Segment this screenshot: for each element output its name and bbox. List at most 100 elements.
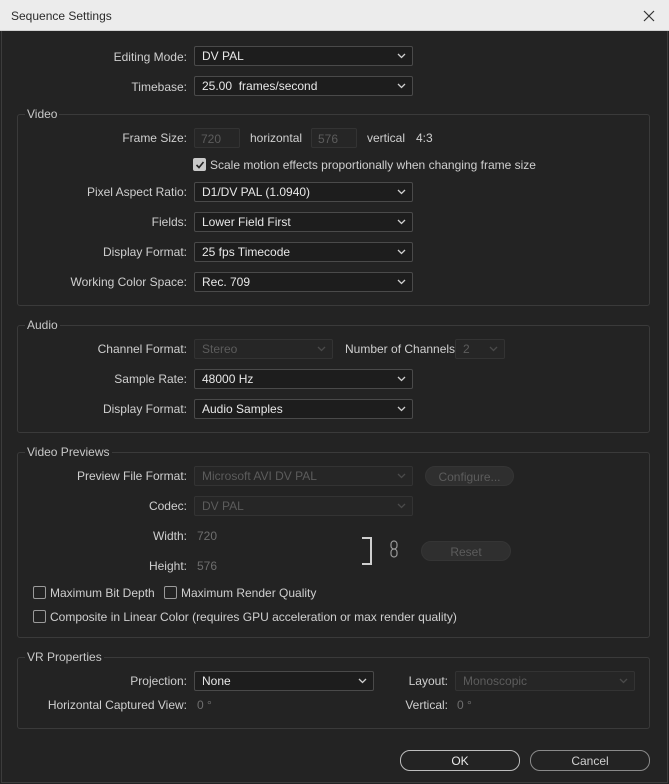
frame-height-value: 576 xyxy=(318,132,339,146)
chevron-down-icon xyxy=(397,406,406,412)
horizontal-label: horizontal xyxy=(250,131,303,145)
layout-dropdown: Monoscopic xyxy=(455,671,635,691)
title-bar: Sequence Settings xyxy=(0,0,669,31)
fields-value: Lower Field First xyxy=(202,215,291,229)
linear-color-label: Composite in Linear Color (requires GPU … xyxy=(50,610,457,624)
codec-value: DV PAL xyxy=(202,499,244,513)
vr-properties-group xyxy=(17,657,650,729)
frame-width-value: 720 xyxy=(201,132,222,146)
preview-file-format-label: Preview File Format: xyxy=(76,469,187,483)
channel-format-value: Stereo xyxy=(202,342,238,356)
scale-motion-label: Scale motion effects proportionally when… xyxy=(210,158,536,172)
width-value: 720 xyxy=(197,529,218,543)
linear-color-checkbox[interactable] xyxy=(33,610,46,623)
video-previews-group-title: Video Previews xyxy=(25,445,112,459)
layout-label: Layout: xyxy=(408,674,448,688)
height-value: 576 xyxy=(197,559,218,573)
pixel-aspect-label: Pixel Aspect Ratio: xyxy=(86,185,187,199)
sample-rate-label: Sample Rate: xyxy=(114,372,187,386)
aspect-ratio-text: 4:3 xyxy=(416,131,433,145)
chevron-down-icon xyxy=(358,678,367,684)
cancel-button-label: Cancel xyxy=(571,754,609,768)
preview-file-format-dropdown: Microsoft AVI DV PAL xyxy=(194,466,413,486)
close-button[interactable] xyxy=(639,6,659,26)
chevron-down-icon xyxy=(619,678,628,684)
chevron-down-icon xyxy=(397,279,406,285)
pixel-aspect-value: D1/DV PAL (1.0940) xyxy=(202,185,311,199)
h-captured-view-value: 0 ° xyxy=(197,698,212,712)
chevron-down-icon xyxy=(397,376,406,382)
pixel-aspect-dropdown[interactable]: D1/DV PAL (1.0940) xyxy=(194,182,413,202)
chevron-down-icon xyxy=(397,53,406,59)
channel-format-dropdown: Stereo xyxy=(194,339,333,359)
channel-format-label: Channel Format: xyxy=(97,342,187,356)
max-render-quality-checkbox[interactable] xyxy=(164,586,177,599)
chevron-down-icon xyxy=(397,249,406,255)
sample-rate-dropdown[interactable]: 48000 Hz xyxy=(194,369,413,389)
video-group-title: Video xyxy=(25,107,60,121)
audio-display-format-dropdown[interactable]: Audio Samples xyxy=(194,399,413,419)
chevron-down-icon xyxy=(397,219,406,225)
chevron-down-icon xyxy=(397,83,406,89)
ok-button[interactable]: OK xyxy=(400,750,520,771)
num-channels-dropdown: 2 xyxy=(455,339,505,359)
timebase-label: Timebase: xyxy=(131,80,187,94)
max-bit-depth-label: Maximum Bit Depth xyxy=(50,586,155,600)
timebase-value: 25.00 frames/second xyxy=(202,79,318,93)
max-bit-depth-checkbox[interactable] xyxy=(33,586,46,599)
window-title: Sequence Settings xyxy=(11,9,112,23)
timebase-dropdown[interactable]: 25.00 frames/second xyxy=(194,76,413,96)
frame-width-field: 720 xyxy=(194,128,240,148)
height-label: Height: xyxy=(148,559,187,573)
reset-button-label: Reset xyxy=(450,545,482,559)
projection-dropdown[interactable]: None xyxy=(194,671,374,691)
vr-vertical-label: Vertical: xyxy=(405,698,448,712)
frame-height-field: 576 xyxy=(311,128,357,148)
configure-button-label: Configure... xyxy=(438,470,501,484)
preview-file-format-value: Microsoft AVI DV PAL xyxy=(202,469,317,483)
editing-mode-dropdown[interactable]: DV PAL xyxy=(194,46,413,66)
ok-button-label: OK xyxy=(451,754,469,768)
h-captured-view-label: Horizontal Captured View: xyxy=(47,698,187,712)
chevron-down-icon xyxy=(397,189,406,195)
chevron-down-icon xyxy=(317,346,326,352)
layout-value: Monoscopic xyxy=(463,674,528,688)
configure-button: Configure... xyxy=(425,466,514,486)
color-space-dropdown[interactable]: Rec. 709 xyxy=(194,272,413,292)
chevron-down-icon xyxy=(397,503,406,509)
fields-dropdown[interactable]: Lower Field First xyxy=(194,212,413,232)
chevron-down-icon xyxy=(489,346,498,352)
projection-value: None xyxy=(202,674,231,688)
color-space-value: Rec. 709 xyxy=(202,275,251,289)
codec-label: Codec: xyxy=(148,499,187,513)
frame-size-label: Frame Size: xyxy=(122,131,187,145)
link-chain-icon[interactable] xyxy=(388,540,400,558)
scale-motion-checkbox[interactable] xyxy=(193,158,206,171)
vertical-label: vertical xyxy=(367,131,406,145)
video-display-format-label: Display Format: xyxy=(102,245,187,259)
projection-label: Projection: xyxy=(130,674,187,688)
width-label: Width: xyxy=(152,529,187,543)
color-space-label: Working Color Space: xyxy=(70,275,188,289)
num-channels-value: 2 xyxy=(463,342,470,356)
num-channels-label: Number of Channels: xyxy=(345,342,459,356)
chevron-down-icon xyxy=(397,473,406,479)
checkmark-icon xyxy=(195,161,205,169)
vr-vertical-value: 0 ° xyxy=(457,698,472,712)
max-render-quality-label: Maximum Render Quality xyxy=(181,586,317,600)
audio-group-title: Audio xyxy=(25,318,60,332)
sample-rate-value: 48000 Hz xyxy=(202,372,254,386)
cancel-button[interactable]: Cancel xyxy=(530,750,650,771)
fields-label: Fields: xyxy=(151,215,187,229)
video-display-format-value: 25 fps Timecode xyxy=(202,245,291,259)
audio-display-format-label: Display Format: xyxy=(102,402,187,416)
close-icon xyxy=(643,10,655,22)
video-display-format-dropdown[interactable]: 25 fps Timecode xyxy=(194,242,413,262)
editing-mode-label: Editing Mode: xyxy=(113,50,187,64)
audio-display-format-value: Audio Samples xyxy=(202,402,283,416)
vr-properties-group-title: VR Properties xyxy=(25,650,104,664)
editing-mode-value: DV PAL xyxy=(202,49,244,63)
dimension-link-bracket xyxy=(362,537,372,565)
codec-dropdown: DV PAL xyxy=(194,496,413,516)
reset-button: Reset xyxy=(421,541,511,561)
